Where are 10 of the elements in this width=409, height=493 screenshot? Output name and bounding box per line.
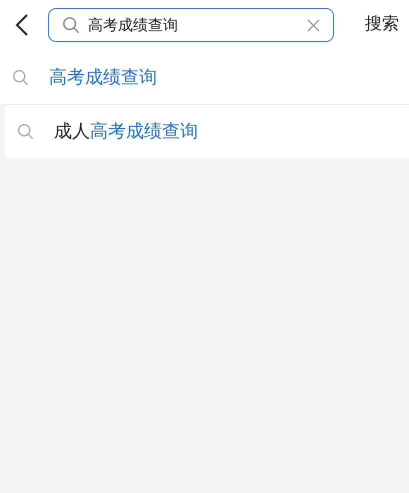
search-field[interactable]: 高考成绩查询	[48, 8, 334, 42]
suggestion-item[interactable]: 成人高考成绩查询	[54, 118, 198, 145]
search-icon	[12, 68, 29, 86]
suggestion-item[interactable]: 高考成绩查询	[49, 64, 157, 90]
clear-icon[interactable]	[307, 18, 320, 32]
search-icon	[17, 123, 34, 140]
search-input[interactable]: 高考成绩查询	[88, 14, 299, 36]
back-icon	[15, 14, 29, 36]
search-button[interactable]: 搜索	[365, 12, 399, 38]
search-icon	[62, 16, 80, 34]
